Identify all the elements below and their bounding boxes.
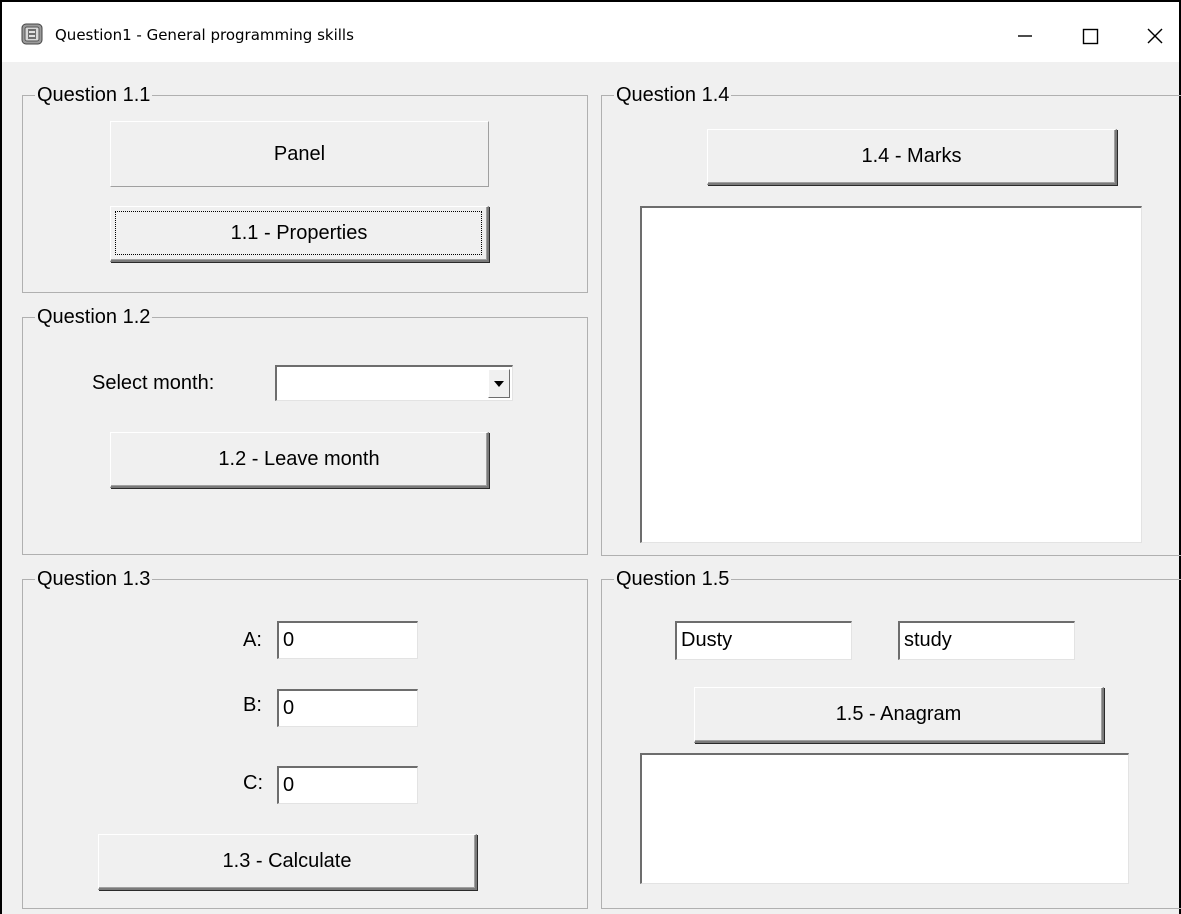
month-dropdown-button[interactable] [488,369,510,398]
select-month-label: Select month: [92,372,215,394]
a-input[interactable]: 0 [277,621,418,659]
calculate-button-label: 1.3 - Calculate [222,850,352,872]
anagram-output-box[interactable] [640,753,1129,884]
close-icon [1147,28,1163,44]
calculate-button[interactable]: 1.3 - Calculate [98,834,477,890]
minimize-icon [1018,35,1032,37]
question-1-3-legend: Question 1.3 [35,568,153,590]
question-1-4-legend: Question 1.4 [614,84,732,106]
a-input-value: 0 [283,629,295,651]
chevron-down-icon [494,380,504,387]
c-input-value: 0 [283,774,295,796]
maximize-button[interactable] [1067,16,1113,56]
b-input[interactable]: 0 [277,689,418,727]
window-title: Question1 - General programming skills [55,26,354,44]
c-label: C: [243,772,263,794]
minimize-button[interactable] [1002,16,1048,56]
question-1-5-legend: Question 1.5 [614,568,732,590]
anagram-button-label: 1.5 - Anagram [835,703,962,725]
leave-month-button[interactable]: 1.2 - Leave month [110,432,489,488]
c-input[interactable]: 0 [277,766,418,804]
maximize-icon [1082,28,1099,45]
marks-output-box[interactable] [640,206,1142,543]
anagram-button[interactable]: 1.5 - Anagram [694,687,1104,743]
word1-input[interactable]: Dusty [675,621,852,660]
focus-rectangle [115,211,482,255]
close-button[interactable] [1132,16,1178,56]
question-1-2-legend: Question 1.2 [35,306,153,328]
b-label: B: [243,694,262,716]
properties-button[interactable]: 1.1 - Properties [110,206,489,262]
panel-label: Panel [110,121,489,187]
a-label: A: [243,629,262,651]
marks-button-label: 1.4 - Marks [861,145,962,167]
word2-input-value: study [904,629,952,651]
app-icon [21,23,43,45]
word2-input[interactable]: study [898,621,1075,660]
title-bar[interactable]: Question1 - General programming skills [2,2,1179,62]
word1-input-value: Dusty [681,629,733,651]
question-1-1-legend: Question 1.1 [35,84,153,106]
month-combobox[interactable] [275,365,513,401]
app-window: Question1 - General programming skills Q… [0,0,1181,914]
marks-button[interactable]: 1.4 - Marks [707,129,1117,185]
leave-month-button-label: 1.2 - Leave month [218,448,380,470]
b-input-value: 0 [283,697,295,719]
